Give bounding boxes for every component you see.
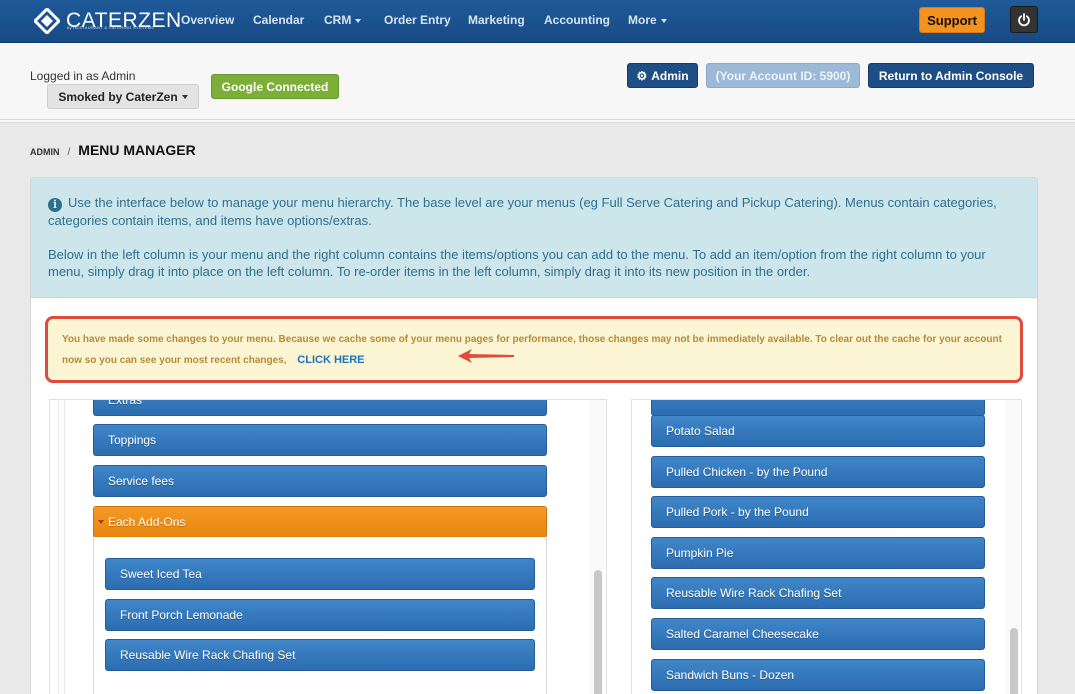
item-label: Pulled Pork - by the Pound bbox=[666, 505, 809, 519]
menu-manager-panel: i Use the interface below to manage your … bbox=[30, 177, 1038, 694]
admin-button[interactable]: ⚙ Admin bbox=[627, 63, 698, 88]
chevron-down-icon bbox=[355, 18, 362, 23]
item-label: Sandwich Buns - Dozen bbox=[666, 668, 795, 682]
available-item-salted-caramel-cheesecake[interactable]: Salted Caramel Cheesecake bbox=[651, 618, 985, 650]
item-label: Reusable Wire Rack Chafing Set bbox=[120, 648, 296, 662]
item-label: Potato Salad bbox=[666, 424, 735, 438]
available-item-sandwich-buns[interactable]: Sandwich Buns - Dozen bbox=[651, 659, 985, 691]
google-connected-button[interactable]: Google Connected bbox=[211, 74, 339, 99]
menu-column[interactable]: Extras Toppings Service fees Each Add-On… bbox=[49, 399, 607, 694]
left-scrollbar-thumb[interactable] bbox=[594, 570, 602, 694]
item-label: Reusable Wire Rack Chafing Set bbox=[666, 586, 842, 600]
clear-cache-link[interactable]: CLICK HERE bbox=[297, 354, 364, 366]
info-icon: i bbox=[48, 197, 62, 212]
category-label: Each Add-Ons bbox=[108, 515, 186, 529]
item-label: Pumpkin Pie bbox=[666, 546, 734, 560]
info-text-1: Use the interface below to manage your m… bbox=[48, 195, 997, 228]
breadcrumb-admin[interactable]: ADMIN bbox=[30, 147, 60, 157]
nav-calendar[interactable]: Calendar bbox=[253, 13, 304, 27]
available-item-pulled-pork[interactable]: Pulled Pork - by the Pound bbox=[651, 496, 985, 528]
breadcrumb-separator: / bbox=[67, 147, 71, 158]
location-label: Smoked by CaterZen bbox=[58, 89, 178, 104]
chevron-down-icon bbox=[181, 94, 188, 99]
chevron-down-icon bbox=[660, 18, 667, 23]
menu-item-chafing-set[interactable]: Reusable Wire Rack Chafing Set bbox=[105, 639, 535, 671]
nav-more-label: More bbox=[628, 13, 657, 27]
item-label: Sweet Iced Tea bbox=[120, 567, 202, 581]
power-button[interactable] bbox=[1010, 6, 1038, 33]
nav-crm[interactable]: CRM bbox=[324, 13, 362, 27]
admin-label: Admin bbox=[651, 68, 689, 83]
category-label: Toppings bbox=[108, 433, 157, 447]
info-paragraph-1: i Use the interface below to manage your … bbox=[48, 194, 1021, 229]
nav-more[interactable]: More bbox=[628, 13, 667, 27]
category-service-fees[interactable]: Service fees bbox=[93, 465, 547, 497]
item-label: Front Porch Lemonade bbox=[120, 608, 243, 622]
top-navbar: CATERZEN by RESTAURANT & CATERING SYSTEM… bbox=[0, 0, 1075, 43]
available-items-column[interactable]: Potato Salad Pulled Chicken - by the Pou… bbox=[631, 399, 1022, 694]
nav-marketing[interactable]: Marketing bbox=[468, 13, 525, 27]
cache-warning: You have made some changes to your menu.… bbox=[45, 316, 1023, 383]
category-label: Service fees bbox=[108, 474, 175, 488]
nav-accounting[interactable]: Accounting bbox=[544, 13, 610, 27]
logo-diamond-icon bbox=[32, 6, 62, 36]
info-alert: i Use the interface below to manage your … bbox=[31, 178, 1037, 298]
nav-overview[interactable]: Overview bbox=[181, 13, 234, 27]
item-label: Pulled Chicken - by the Pound bbox=[666, 465, 828, 479]
menu-item-sweet-iced-tea[interactable]: Sweet Iced Tea bbox=[105, 558, 535, 590]
logged-in-text: Logged in as Admin bbox=[30, 69, 136, 83]
arrow-left-icon bbox=[458, 349, 514, 363]
location-dropdown[interactable]: Smoked by CaterZen bbox=[47, 84, 199, 109]
nav-crm-label: CRM bbox=[324, 13, 352, 27]
account-id-button[interactable]: (Your Account ID: 5900) bbox=[706, 63, 860, 88]
available-item-chafing-set[interactable]: Reusable Wire Rack Chafing Set bbox=[651, 577, 985, 609]
category-toppings[interactable]: Toppings bbox=[93, 424, 547, 456]
logo-subtitle: by RESTAURANT & CATERING SYSTEMS bbox=[67, 25, 155, 30]
page-title: MENU MANAGER bbox=[78, 142, 196, 158]
collapse-triangle-icon bbox=[98, 520, 104, 524]
nav-order-entry[interactable]: Order Entry bbox=[384, 13, 451, 27]
available-item-pumpkin-pie[interactable]: Pumpkin Pie bbox=[651, 537, 985, 569]
support-button[interactable]: Support bbox=[919, 7, 985, 33]
gear-icon: ⚙ bbox=[636, 68, 648, 83]
breadcrumb: ADMIN / MENU MANAGER bbox=[30, 142, 196, 158]
category-each-add-ons[interactable]: Each Add-Ons bbox=[93, 506, 547, 538]
warning-text: You have made some changes to your menu.… bbox=[62, 334, 1002, 366]
available-item-partial[interactable] bbox=[651, 400, 985, 416]
available-item-pulled-chicken[interactable]: Pulled Chicken - by the Pound bbox=[651, 456, 985, 488]
available-item-potato-salad[interactable]: Potato Salad bbox=[651, 415, 985, 447]
item-label: Salted Caramel Cheesecake bbox=[666, 627, 819, 641]
return-admin-console-button[interactable]: Return to Admin Console bbox=[868, 63, 1034, 88]
caterzen-logo[interactable]: CATERZEN bbox=[32, 6, 182, 36]
right-scrollbar-thumb[interactable] bbox=[1010, 628, 1018, 694]
menu-item-front-porch-lemonade[interactable]: Front Porch Lemonade bbox=[105, 599, 535, 631]
power-icon bbox=[1018, 12, 1030, 26]
category-label: Extras bbox=[108, 399, 143, 407]
category-extras[interactable]: Extras bbox=[93, 399, 547, 416]
info-text-2: Below in the left column is your menu an… bbox=[48, 246, 986, 279]
account-bar: Logged in as Admin Smoked by CaterZen Go… bbox=[0, 43, 1075, 123]
